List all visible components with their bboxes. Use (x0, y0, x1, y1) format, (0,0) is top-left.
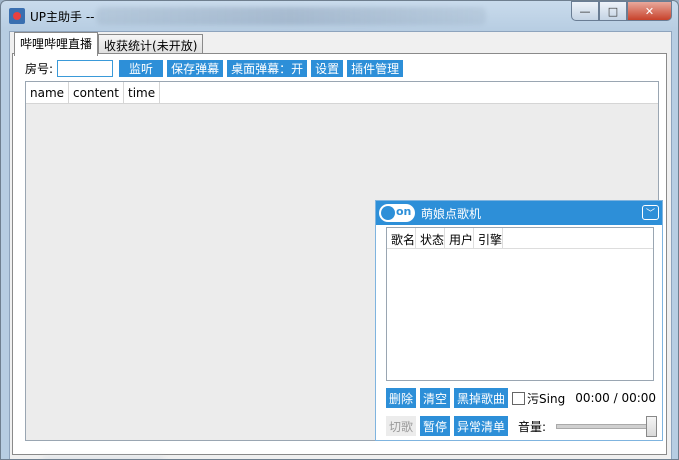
close-icon: ✕ (644, 4, 655, 18)
toggle-label: on (396, 205, 412, 218)
maximize-button[interactable]: □ (599, 1, 627, 21)
panel-header: on 萌娘点歌机 ﹀ (376, 201, 662, 225)
column-engine[interactable]: 引擎 (474, 228, 504, 248)
column-name[interactable]: name (26, 82, 70, 103)
settings-button[interactable]: 设置 (311, 60, 344, 77)
blacklist-song-button[interactable]: 黑掉歌曲 (454, 388, 509, 408)
plugin-manager-button[interactable]: 插件管理 (347, 60, 404, 77)
clear-button[interactable]: 清空 (420, 388, 451, 408)
volume-slider[interactable] (556, 415, 658, 437)
minimize-icon: — (579, 4, 591, 18)
column-song-name[interactable]: 歌名 (387, 228, 417, 248)
song-request-panel: on 萌娘点歌机 ﹀ 歌名 状态 用户 引擎 删除 清空 黑掉歌曲 污Sing … (375, 200, 663, 441)
table-header: name content time (26, 82, 658, 104)
delete-button[interactable]: 删除 (386, 388, 417, 408)
power-toggle[interactable]: on (379, 204, 415, 222)
skip-song-button[interactable]: 切歌 (386, 416, 417, 436)
column-status[interactable]: 状态 (416, 228, 446, 248)
volume-label: 音量: (518, 419, 547, 434)
blurred-title-text (96, 7, 486, 25)
song-list[interactable]: 歌名 状态 用户 引擎 (386, 227, 654, 381)
control-row-1: 删除 清空 黑掉歌曲 污Sing 00:00 / 00:00 (386, 388, 656, 408)
listen-button[interactable]: 监听 (119, 60, 164, 77)
panel-title: 萌娘点歌机 (421, 206, 482, 221)
blurred-region (43, 456, 163, 459)
close-button[interactable]: ✕ (627, 1, 672, 21)
room-input[interactable] (57, 60, 114, 77)
wu-sing-checkbox[interactable] (512, 391, 526, 405)
tab-strip: 哔哩哔哩直播 收获统计(未开放) (14, 32, 204, 56)
save-danmaku-button[interactable]: 保存弹幕 (167, 60, 224, 77)
song-list-header: 歌名 状态 用户 引擎 (387, 228, 653, 249)
minimize-button[interactable]: — (571, 1, 599, 21)
maximize-icon: □ (607, 4, 619, 18)
wu-sing-label: 污Sing (527, 391, 566, 406)
volume-slider-thumb[interactable] (646, 415, 658, 437)
column-time[interactable]: time (124, 82, 161, 103)
column-user[interactable]: 用户 (445, 228, 475, 248)
app-icon (9, 8, 25, 24)
time-display: 00:00 / 00:00 (575, 391, 657, 405)
control-row-2: 切歌 暂停 异常清单 音量: (386, 415, 658, 437)
window-title: UP主助手 -- (30, 10, 95, 24)
pause-button[interactable]: 暂停 (420, 416, 451, 436)
collapse-icon[interactable]: ﹀ (642, 205, 659, 220)
tab-bilibili-live[interactable]: 哔哩哔哩直播 (14, 32, 99, 56)
column-content[interactable]: content (69, 82, 124, 103)
title-bar[interactable]: UP主助手 -- — □ ✕ (1, 1, 678, 31)
room-label: 房号: (25, 62, 54, 76)
desktop-danmaku-button[interactable]: 桌面弹幕：开 (227, 60, 308, 77)
toggle-knob (381, 206, 395, 220)
toolbar: 房号: 监听 保存弹幕 桌面弹幕：开 设置 插件管理 (25, 60, 407, 77)
app-window: UP主助手 -- — □ ✕ 哔哩哔哩直播 收获统计(未开放) 房号: 监听 保… (0, 0, 679, 460)
error-list-button[interactable]: 异常清单 (454, 416, 509, 436)
